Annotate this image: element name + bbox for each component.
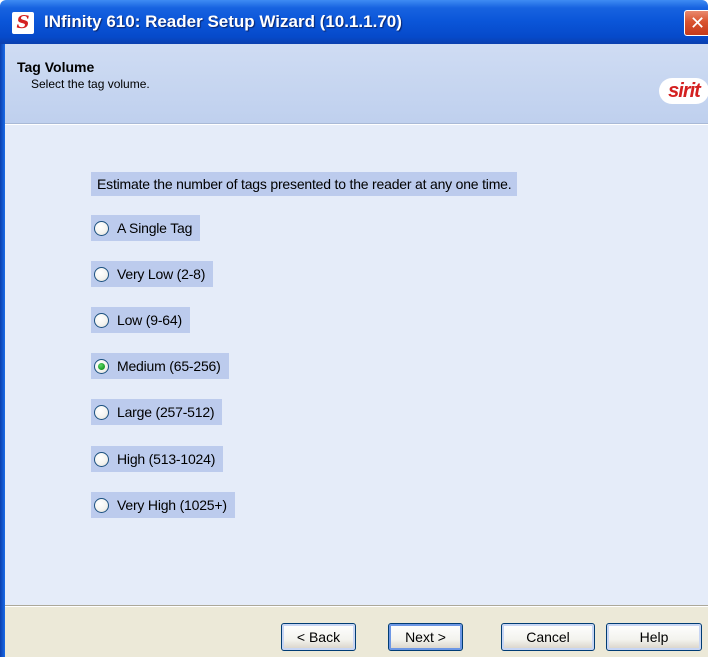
radio-option-label: Large (257-512) [117,404,215,420]
cancel-button[interactable]: Cancel [501,623,595,651]
window-title: INfinity 610: Reader Setup Wizard (10.1.… [44,12,402,31]
radio-option-very-high[interactable]: Very High (1025+) [91,492,235,518]
radio-button-icon[interactable] [94,404,109,420]
radio-button-icon[interactable] [94,358,109,374]
radio-option-single-tag[interactable]: A Single Tag [91,215,201,241]
page-title: Tag Volume [17,59,95,75]
radio-option-label: High (513-1024) [117,451,216,467]
radio-option-label: Very Low (2-8) [117,266,206,282]
instruction-text: Estimate the number of tags presented to… [91,172,518,196]
radio-button-icon[interactable] [94,312,109,328]
radio-option-label: Very High (1025+) [117,497,227,513]
radio-option-medium[interactable]: Medium (65-256) [91,353,229,379]
title-bar[interactable]: S INfinity 610: Reader Setup Wizard (10.… [0,0,708,44]
radio-option-large[interactable]: Large (257-512) [91,399,223,425]
wizard-window: S INfinity 610: Reader Setup Wizard (10.… [0,0,708,657]
app-logo-icon: S [12,12,34,34]
radio-option-label: Low (9-64) [117,312,182,328]
help-button[interactable]: Help [606,623,702,651]
radio-option-low[interactable]: Low (9-64) [91,307,190,333]
back-button[interactable]: < Back [281,623,356,651]
radio-button-icon[interactable] [94,451,109,467]
radio-option-label: Medium (65-256) [117,358,221,374]
radio-option-label: A Single Tag [117,220,193,236]
page-subtitle: Select the tag volume. [31,77,150,91]
wizard-footer: < Back Next > Cancel Help [5,605,708,657]
wizard-content: Estimate the number of tags presented to… [5,125,708,605]
radio-option-very-low[interactable]: Very Low (2-8) [91,261,214,287]
radio-button-icon[interactable] [94,266,109,282]
wizard-header: Tag Volume Select the tag volume. sirit [5,44,708,124]
next-button[interactable]: Next > [388,623,463,651]
close-button[interactable]: ✕ [684,10,708,36]
radio-button-icon[interactable] [94,497,109,513]
radio-option-high[interactable]: High (513-1024) [91,446,224,472]
sirit-logo: sirit [659,78,708,104]
radio-button-icon[interactable] [94,220,109,236]
